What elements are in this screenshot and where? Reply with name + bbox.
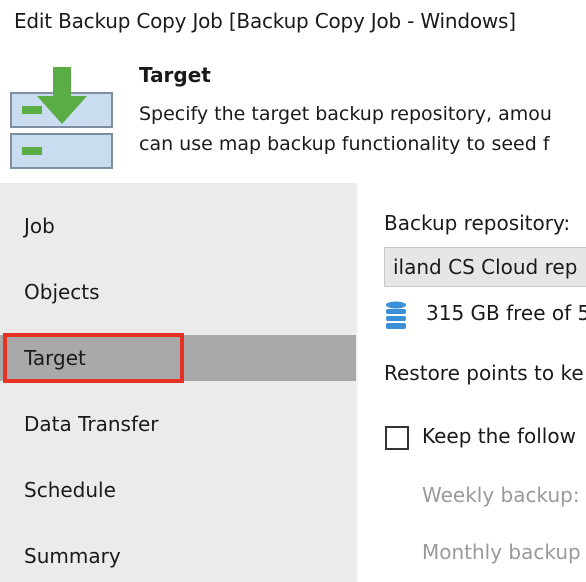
repository-label-text: Backup repository: [384,211,571,235]
sidebar-item-summary[interactable]: Summary [0,533,356,579]
page-title: Target [139,63,211,87]
keep-checkbox[interactable] [385,426,409,450]
repository-select[interactable]: iland CS Cloud rep [384,247,586,287]
page-description-line: can use map backup functionality to seed… [139,133,550,155]
sidebar-item-target[interactable]: Target [0,335,356,381]
sidebar-item-objects[interactable]: Objects [0,269,356,315]
backup-repository-target-icon [10,66,114,170]
database-icon [385,301,407,331]
page-description: Specify the target backup repository, am… [139,99,552,159]
sidebar-item-schedule[interactable]: Schedule [0,467,356,513]
sidebar-item-data-transfer[interactable]: Data Transfer [0,401,356,447]
page-description-line: Specify the target backup repository, am… [139,103,552,125]
keep-checkbox-label[interactable]: Keep the follow [422,424,576,448]
window-title: Edit Backup Copy Job [Backup Copy Job - … [14,9,516,33]
repository-label: Backup repository: [384,211,570,235]
restore-points-label: Restore points to ke [384,361,584,385]
sidebar-item-job[interactable]: Job [0,203,356,249]
monthly-backup-label: Monthly backup [422,540,581,564]
wizard-steps-sidebar: Job Objects Target Data Transfer Schedul… [0,183,356,582]
target-settings-panel: Backup repository: iland CS Cloud rep 31… [358,183,586,582]
weekly-backup-label: Weekly backup: [422,483,580,507]
free-space-text: 315 GB free of 5 [426,301,586,325]
